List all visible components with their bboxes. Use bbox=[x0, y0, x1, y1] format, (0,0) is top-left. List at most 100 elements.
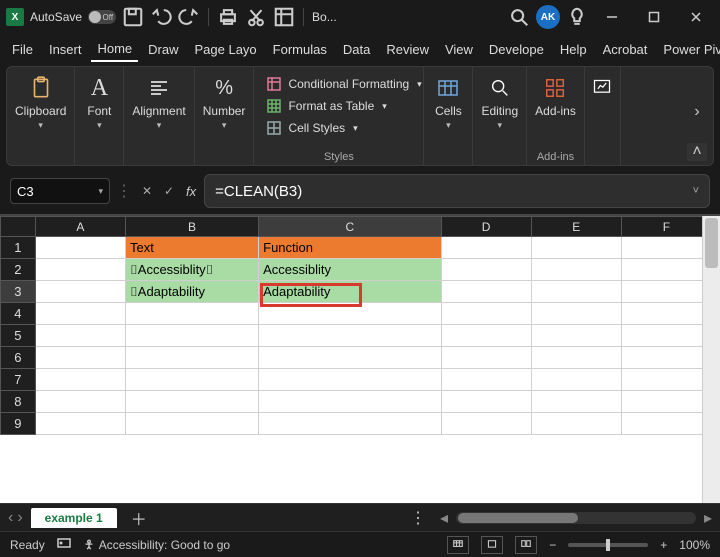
pagelayout-view-button[interactable] bbox=[481, 536, 503, 554]
tab-file[interactable]: File bbox=[6, 38, 39, 61]
cell[interactable] bbox=[621, 281, 711, 303]
ribbon-editing[interactable]: Editing ▾ bbox=[473, 67, 527, 165]
horizontal-scrollbar[interactable] bbox=[456, 512, 696, 524]
tab-draw[interactable]: Draw bbox=[142, 38, 184, 61]
select-all-corner[interactable] bbox=[1, 217, 36, 237]
row-header[interactable]: 1 bbox=[1, 237, 36, 259]
scroll-right-icon[interactable]: ▸ bbox=[704, 508, 712, 528]
cell[interactable] bbox=[531, 303, 621, 325]
cell[interactable] bbox=[35, 391, 125, 413]
cell[interactable] bbox=[35, 413, 125, 435]
cell[interactable] bbox=[35, 325, 125, 347]
cell[interactable] bbox=[259, 391, 441, 413]
cell[interactable]: Accessiblity bbox=[259, 259, 441, 281]
name-box[interactable]: C3 ▾ bbox=[10, 178, 110, 204]
normal-view-button[interactable] bbox=[447, 536, 469, 554]
cell[interactable] bbox=[621, 303, 711, 325]
cell[interactable]: Text bbox=[125, 237, 258, 259]
cell[interactable] bbox=[621, 369, 711, 391]
cell[interactable] bbox=[621, 237, 711, 259]
cell[interactable] bbox=[531, 281, 621, 303]
tab-insert[interactable]: Insert bbox=[43, 38, 88, 61]
cell[interactable] bbox=[125, 325, 258, 347]
vertical-scrollbar[interactable] bbox=[702, 216, 720, 503]
cell[interactable] bbox=[441, 347, 531, 369]
close-button[interactable] bbox=[678, 3, 714, 31]
ribbon-addins[interactable]: Add-ins Add-ins bbox=[527, 67, 585, 165]
undo-icon[interactable] bbox=[150, 6, 172, 28]
cell[interactable]: Function bbox=[259, 237, 441, 259]
print-icon[interactable] bbox=[217, 6, 239, 28]
col-header[interactable]: C bbox=[259, 217, 441, 237]
conditional-formatting-button[interactable]: Conditional Formatting▾ bbox=[264, 73, 423, 95]
zoom-out-button[interactable]: − bbox=[549, 538, 556, 552]
row-header[interactable]: 7 bbox=[1, 369, 36, 391]
sheet-next-icon[interactable]: › bbox=[17, 509, 22, 527]
sheet-nav[interactable]: ‹ › bbox=[8, 509, 23, 527]
cell[interactable] bbox=[531, 347, 621, 369]
minimize-button[interactable] bbox=[594, 3, 630, 31]
row-header[interactable]: 2 bbox=[1, 259, 36, 281]
row-header[interactable]: 9 bbox=[1, 413, 36, 435]
row-header[interactable]: 5 bbox=[1, 325, 36, 347]
cell[interactable]: Adaptability bbox=[259, 281, 441, 303]
cell[interactable] bbox=[35, 303, 125, 325]
redo-icon[interactable] bbox=[178, 6, 200, 28]
cell[interactable] bbox=[441, 369, 531, 391]
formula-expand-button[interactable]: ˅ bbox=[693, 185, 699, 197]
ribbon-collapse-button[interactable]: ˄ bbox=[687, 143, 707, 161]
zoom-in-button[interactable]: + bbox=[660, 538, 667, 552]
tab-home[interactable]: Home bbox=[91, 37, 138, 62]
cell[interactable] bbox=[441, 281, 531, 303]
zoom-level[interactable]: 100% bbox=[679, 538, 710, 552]
cell-styles-button[interactable]: Cell Styles▾ bbox=[264, 117, 359, 139]
tab-view[interactable]: View bbox=[439, 38, 479, 61]
fx-icon[interactable]: fx bbox=[182, 184, 200, 199]
search-icon[interactable] bbox=[508, 6, 530, 28]
cell[interactable] bbox=[621, 259, 711, 281]
pagebreak-view-button[interactable] bbox=[515, 536, 537, 554]
cut-icon[interactable] bbox=[245, 6, 267, 28]
tab-powerpivot[interactable]: Power Piv bbox=[657, 38, 720, 61]
cell[interactable] bbox=[441, 303, 531, 325]
cell[interactable] bbox=[35, 281, 125, 303]
spreadsheet-grid[interactable]: A B C D E F 1TextFunction2⌷Accessiblity⌷… bbox=[0, 214, 720, 503]
scroll-left-icon[interactable]: ◂ bbox=[440, 508, 448, 528]
sheet-options-icon[interactable]: ⋮ bbox=[404, 508, 432, 528]
formula-input[interactable]: =CLEAN(B3) ˅ bbox=[204, 174, 710, 208]
save-icon[interactable] bbox=[122, 6, 144, 28]
cell[interactable] bbox=[125, 413, 258, 435]
cell[interactable] bbox=[441, 325, 531, 347]
tab-developer[interactable]: Develope bbox=[483, 38, 550, 61]
cell[interactable] bbox=[35, 259, 125, 281]
cell[interactable] bbox=[621, 391, 711, 413]
ribbon-clipboard[interactable]: Clipboard ▾ bbox=[7, 67, 75, 165]
formula-cancel-button[interactable]: ✕ bbox=[138, 180, 156, 202]
cell[interactable] bbox=[259, 413, 441, 435]
cell[interactable] bbox=[621, 413, 711, 435]
cell[interactable] bbox=[531, 391, 621, 413]
cell[interactable] bbox=[621, 325, 711, 347]
tab-review[interactable]: Review bbox=[380, 38, 435, 61]
ribbon-alignment[interactable]: Alignment ▾ bbox=[124, 67, 194, 165]
cell[interactable] bbox=[441, 413, 531, 435]
tab-help[interactable]: Help bbox=[554, 38, 593, 61]
ribbon-more-button[interactable]: › bbox=[687, 97, 707, 127]
format-as-table-button[interactable]: Format as Table▾ bbox=[264, 95, 388, 117]
ribbon-cells[interactable]: Cells ▾ bbox=[424, 67, 473, 165]
sheet-tab-active[interactable]: example 1 bbox=[31, 508, 117, 528]
user-avatar[interactable]: AK bbox=[536, 5, 560, 29]
cell[interactable] bbox=[35, 237, 125, 259]
formula-enter-button[interactable]: ✓ bbox=[160, 180, 178, 202]
cell[interactable]: ⌷Adaptability bbox=[125, 281, 258, 303]
accessibility-status[interactable]: Accessibility: Good to go bbox=[83, 538, 230, 552]
cell[interactable] bbox=[531, 369, 621, 391]
cell[interactable] bbox=[125, 347, 258, 369]
col-header[interactable]: D bbox=[441, 217, 531, 237]
cell[interactable] bbox=[259, 325, 441, 347]
ribbon-font[interactable]: A Font ▾ bbox=[75, 67, 124, 165]
cell[interactable] bbox=[125, 391, 258, 413]
tab-data[interactable]: Data bbox=[337, 38, 376, 61]
cell[interactable] bbox=[531, 237, 621, 259]
toggle-switch[interactable]: Off bbox=[88, 10, 116, 24]
